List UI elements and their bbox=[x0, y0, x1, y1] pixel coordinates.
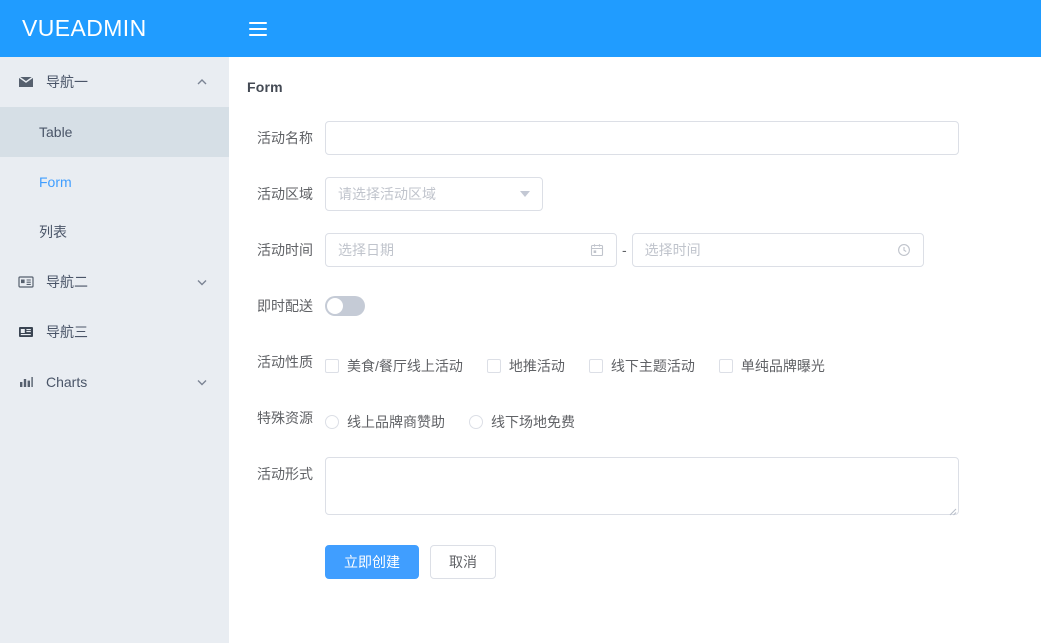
label-activity-name: 活动名称 bbox=[257, 130, 313, 146]
checkbox-label: 线下主题活动 bbox=[610, 357, 695, 374]
id-card-icon bbox=[18, 274, 38, 290]
checkbox-label: 美食/餐厅线上活动 bbox=[347, 357, 463, 374]
sidebar-item-form[interactable]: Form bbox=[0, 157, 229, 207]
sidebar-menu: 导航一 Table Form 列表 导航二 导航三 Charts bbox=[0, 57, 229, 643]
chevron-down-icon bbox=[520, 191, 530, 197]
checkbox-brand-exposure[interactable]: 单纯品牌曝光 bbox=[718, 356, 825, 376]
checkbox-ground-promo[interactable]: 地推活动 bbox=[486, 356, 565, 376]
activity-time-placeholder: 选择时间 bbox=[644, 242, 701, 258]
form-row-activity-form: 活动形式 bbox=[247, 457, 1041, 516]
content-panel: Form 活动名称 活动区域 请选择活动区域 活动时间 选择日期 - 选择时间 … bbox=[229, 57, 1041, 643]
radio-label: 线下场地免费 bbox=[491, 413, 575, 430]
activity-zone-placeholder: 请选择活动区域 bbox=[338, 186, 436, 202]
hamburger-bar bbox=[249, 21, 267, 24]
sidebar-item-table[interactable]: Table bbox=[0, 107, 229, 157]
brand-logo[interactable]: VUEADMIN bbox=[0, 0, 229, 57]
control-instant-delivery bbox=[325, 289, 1041, 319]
checkbox-box bbox=[718, 358, 733, 373]
chevron-down-icon bbox=[195, 375, 209, 389]
calendar-icon bbox=[590, 243, 604, 257]
instant-delivery-toggle[interactable] bbox=[325, 296, 365, 316]
activity-date-placeholder: 选择日期 bbox=[338, 242, 394, 258]
checkbox-online-food[interactable]: 美食/餐厅线上活动 bbox=[325, 356, 463, 376]
sidebar-item-label: Table bbox=[39, 124, 73, 140]
cancel-button[interactable]: 取消 bbox=[430, 545, 496, 579]
control-activity-form bbox=[325, 457, 1041, 516]
checkbox-box bbox=[588, 358, 603, 373]
page-title: Form bbox=[247, 79, 283, 95]
control-activity-zone: 请选择活动区域 bbox=[325, 177, 1041, 211]
special-resource-radio-group: 线上品牌商赞助 线下场地免费 bbox=[325, 401, 1041, 435]
message-icon bbox=[18, 74, 38, 90]
sidebar-group-charts[interactable]: Charts bbox=[0, 357, 229, 407]
checkbox-label: 单纯品牌曝光 bbox=[740, 357, 825, 374]
checkbox-box bbox=[325, 358, 339, 373]
sidebar-group-nav-three[interactable]: 导航三 bbox=[0, 307, 229, 357]
submit-button[interactable]: 立即创建 bbox=[325, 545, 419, 579]
label-special-resource: 特殊资源 bbox=[257, 410, 313, 426]
hamburger-icon[interactable] bbox=[249, 21, 267, 36]
chevron-up-icon bbox=[195, 75, 209, 89]
label-activity-zone: 活动区域 bbox=[257, 186, 313, 202]
activity-nature-checkbox-group: 美食/餐厅线上活动 地推活动 线下主题活动 单纯品牌曝光 bbox=[325, 345, 1041, 379]
sidebar-group-label: Charts bbox=[46, 374, 88, 390]
postcard-icon bbox=[18, 324, 38, 340]
form-row-special-resource: 特殊资源 线上品牌商赞助 线下场地免费 bbox=[247, 401, 1041, 435]
label-activity-time: 活动时间 bbox=[257, 242, 313, 258]
radio-box bbox=[325, 414, 339, 429]
form-row-activity-time: 活动时间 选择日期 - 选择时间 bbox=[247, 233, 1041, 267]
form-row-activity-name: 活动名称 bbox=[247, 121, 1041, 155]
radio-box bbox=[469, 414, 483, 429]
bar-chart-icon bbox=[18, 374, 38, 390]
sidebar-group-label: 导航一 bbox=[46, 74, 88, 90]
activity-date-input[interactable]: 选择日期 bbox=[325, 233, 617, 267]
sidebar: VUEADMIN 导航一 Table Form 列表 导航二 导航三 Chart… bbox=[0, 0, 229, 643]
sidebar-group-label: 导航二 bbox=[46, 274, 88, 290]
activity-form-textarea[interactable] bbox=[325, 457, 959, 515]
checkbox-label: 地推活动 bbox=[508, 357, 565, 374]
brand-title: VUEADMIN bbox=[22, 15, 147, 41]
control-activity-name bbox=[325, 121, 1041, 155]
chevron-down-icon bbox=[195, 275, 209, 289]
sidebar-group-nav-two[interactable]: 导航二 bbox=[0, 257, 229, 307]
radio-free-venue[interactable]: 线下场地免费 bbox=[469, 412, 575, 432]
main-area: Form 活动名称 活动区域 请选择活动区域 活动时间 选择日期 - 选择时间 … bbox=[229, 0, 1041, 643]
sidebar-item-label: Form bbox=[39, 174, 72, 190]
form-row-activity-nature: 活动性质 美食/餐厅线上活动 地推活动 线下主题活动 单纯品牌曝光 bbox=[247, 345, 1041, 379]
label-activity-nature: 活动性质 bbox=[257, 354, 313, 370]
time-range-separator: - bbox=[622, 242, 627, 258]
form-actions: 立即创建 取消 bbox=[325, 545, 1041, 579]
clock-icon bbox=[897, 243, 911, 257]
sidebar-item-label: 列表 bbox=[39, 224, 67, 240]
activity-time-input[interactable]: 选择时间 bbox=[631, 233, 924, 267]
radio-brand-sponsor[interactable]: 线上品牌商赞助 bbox=[325, 412, 445, 432]
form-row-activity-zone: 活动区域 请选择活动区域 bbox=[247, 177, 1041, 211]
checkbox-offline-theme[interactable]: 线下主题活动 bbox=[588, 356, 695, 376]
sidebar-item-list[interactable]: 列表 bbox=[0, 207, 229, 257]
hamburger-bar bbox=[249, 27, 267, 30]
activity-name-input[interactable] bbox=[325, 121, 959, 155]
form-row-instant-delivery: 即时配送 bbox=[247, 289, 1041, 323]
sidebar-group-nav-one[interactable]: 导航一 bbox=[0, 57, 229, 107]
form-row-actions: 立即创建 取消 bbox=[247, 537, 1041, 579]
activity-form-wrapper bbox=[325, 457, 959, 516]
activity-zone-select[interactable]: 请选择活动区域 bbox=[325, 177, 543, 211]
app-root: VUEADMIN 导航一 Table Form 列表 导航二 导航三 Chart… bbox=[0, 0, 1041, 643]
top-header bbox=[229, 0, 1041, 57]
label-instant-delivery: 即时配送 bbox=[257, 298, 313, 314]
checkbox-box bbox=[486, 358, 501, 373]
hamburger-bar bbox=[249, 33, 267, 36]
radio-label: 线上品牌商赞助 bbox=[347, 413, 445, 430]
control-activity-time: 选择日期 - 选择时间 bbox=[325, 233, 1041, 267]
toggle-knob bbox=[327, 298, 343, 314]
label-activity-form: 活动形式 bbox=[257, 466, 313, 482]
sidebar-group-label: 导航三 bbox=[46, 324, 88, 340]
